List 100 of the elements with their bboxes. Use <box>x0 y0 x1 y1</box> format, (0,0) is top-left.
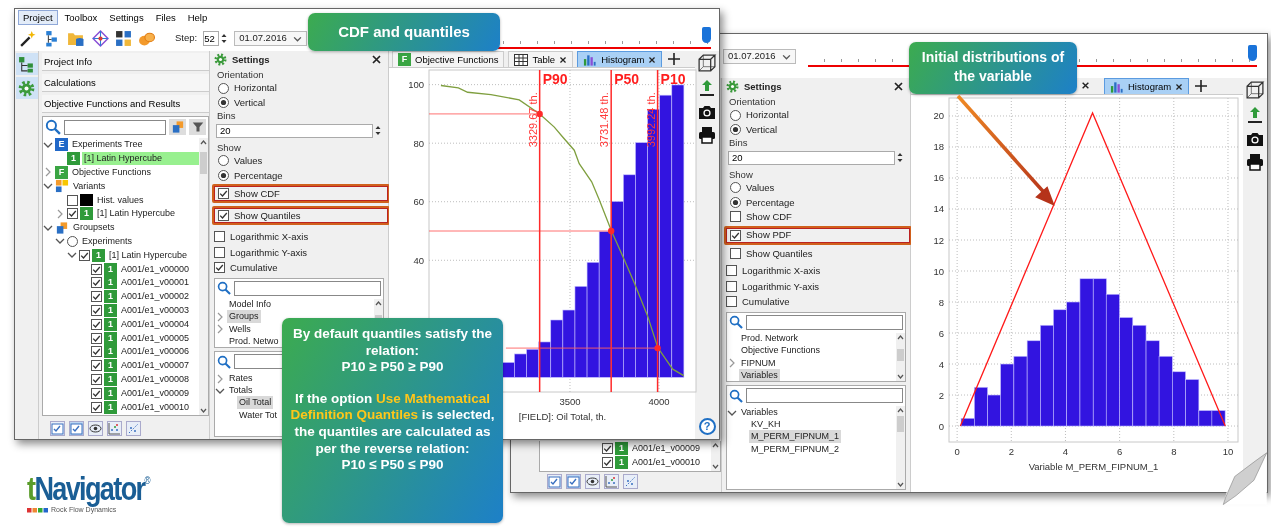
checkbox[interactable] <box>91 387 102 399</box>
close-icon[interactable] <box>559 55 568 64</box>
checkbox[interactable] <box>214 246 225 258</box>
checkbox[interactable] <box>91 263 102 275</box>
camera-button[interactable] <box>698 103 716 120</box>
eye-button[interactable] <box>585 473 600 489</box>
printer-button[interactable] <box>698 126 716 144</box>
radio-button[interactable] <box>730 109 741 121</box>
tab[interactable]: Histogram <box>1104 78 1190 94</box>
tree-item[interactable]: A001/e1_v00009 <box>630 441 703 455</box>
add-tab-button[interactable] <box>1193 78 1210 94</box>
printer-button[interactable] <box>1246 153 1264 171</box>
tree-item[interactable]: [1] Latin Hypercube <box>95 207 178 221</box>
checkbox[interactable] <box>726 296 737 308</box>
checkbox[interactable] <box>214 262 225 274</box>
spin-arrows-icon[interactable] <box>220 32 229 44</box>
tree-item[interactable]: Model Info <box>227 298 274 312</box>
cube-button[interactable] <box>697 53 717 73</box>
checkbox[interactable] <box>602 442 613 454</box>
radio-button[interactable] <box>730 124 741 136</box>
radio-button[interactable] <box>730 182 741 194</box>
network-icon[interactable] <box>92 29 109 47</box>
checkbox[interactable] <box>91 373 102 385</box>
radio-button[interactable] <box>730 196 741 208</box>
radio-button[interactable] <box>218 155 229 167</box>
bins-spin-field[interactable]: 20 <box>728 150 895 165</box>
tree-item[interactable]: A001/e1_v00006 <box>119 345 192 359</box>
close-icon[interactable] <box>893 81 904 92</box>
camera-button[interactable] <box>1246 130 1264 147</box>
export-button[interactable] <box>698 79 716 97</box>
scrollbar[interactable] <box>896 406 905 489</box>
checkbox[interactable] <box>91 401 102 413</box>
checklist-button[interactable] <box>69 420 84 436</box>
tiles-icon[interactable] <box>115 29 132 47</box>
search-icon[interactable] <box>729 388 743 403</box>
tree-item[interactable]: Wells <box>227 322 253 336</box>
tree-item[interactable]: Totals <box>227 384 255 398</box>
tree-item[interactable]: A001/e1_v00001 <box>119 276 192 290</box>
checkbox[interactable] <box>218 188 229 200</box>
tree-item[interactable]: KV_KH <box>749 418 783 432</box>
checkbox[interactable] <box>91 304 102 316</box>
close-icon[interactable] <box>648 55 657 64</box>
scrollbar-thumb[interactable] <box>897 416 904 433</box>
section-header[interactable]: Project Info <box>42 53 209 71</box>
scrollbar[interactable] <box>711 441 720 471</box>
tree-item[interactable]: Variables <box>739 406 780 419</box>
tree-item[interactable]: FIPNUM <box>739 356 778 370</box>
trend-line-button[interactable] <box>126 420 141 436</box>
tree-item[interactable]: A001/e1_v00010 <box>119 400 192 414</box>
step-spin-field[interactable]: 52 <box>203 30 220 46</box>
tree-item[interactable]: A001/e1_v00005 <box>119 331 192 345</box>
checkbox[interactable] <box>67 194 78 206</box>
checkbox[interactable] <box>730 229 741 241</box>
scroll-up-icon[interactable] <box>374 298 383 307</box>
menu-item[interactable]: Files <box>150 9 181 25</box>
tree-item[interactable]: Hist. values <box>95 193 146 207</box>
checklist-button[interactable] <box>50 420 65 436</box>
scroll-down-icon[interactable] <box>896 373 905 382</box>
tree-item[interactable]: M_PERM_FIPNUM_1 <box>749 430 842 444</box>
section-header[interactable]: Calculations <box>42 74 209 92</box>
scrollbar-thumb[interactable] <box>200 152 207 174</box>
tree-item[interactable]: Variants <box>71 179 108 193</box>
checkbox[interactable] <box>726 265 737 277</box>
checklist-button[interactable] <box>547 473 562 489</box>
search-field[interactable] <box>234 280 381 296</box>
checkbox[interactable] <box>67 208 78 220</box>
checkbox[interactable] <box>91 318 102 330</box>
menu-item[interactable]: Project <box>18 9 58 25</box>
checkbox[interactable] <box>218 210 229 222</box>
scrollbar[interactable] <box>896 332 905 382</box>
search-icon[interactable] <box>217 354 231 369</box>
section-header[interactable]: Objective Functions and Results <box>42 95 209 113</box>
close-icon[interactable] <box>1081 81 1090 90</box>
tree-item[interactable]: A001/e1_v00009 <box>119 386 192 400</box>
radio-button[interactable] <box>218 169 229 181</box>
scroll-up-icon[interactable] <box>711 441 720 450</box>
checkbox[interactable] <box>91 277 102 289</box>
checkbox[interactable] <box>730 211 741 223</box>
tree-item[interactable]: A001/e1_v00000 <box>119 262 192 276</box>
tree-item[interactable]: A001/e1_v00008 <box>119 372 192 386</box>
search-field[interactable] <box>746 388 903 404</box>
checkbox[interactable] <box>602 456 613 468</box>
tree-item[interactable]: Experiments <box>80 234 135 248</box>
tree-item[interactable]: Oil Total <box>237 396 274 410</box>
scroll-down-icon[interactable] <box>199 407 208 415</box>
tree-item[interactable]: M_PERM_FIPNUM_2 <box>749 442 842 456</box>
settings-button[interactable] <box>15 77 38 99</box>
close-icon[interactable] <box>1175 82 1184 91</box>
groupset-button[interactable] <box>169 119 186 135</box>
trend-line-button[interactable] <box>623 473 638 489</box>
slider-thumb[interactable] <box>1248 45 1257 61</box>
date-dropdown[interactable]: 01.07.2016 <box>234 30 307 46</box>
tree-item[interactable]: Prod. Network <box>739 332 801 346</box>
help-button[interactable]: ? <box>698 418 716 435</box>
tree-item[interactable]: Prod. Netwo <box>227 334 281 348</box>
eye-button[interactable] <box>88 420 103 436</box>
menu-item[interactable]: Toolbox <box>59 9 103 25</box>
tab[interactable]: Table <box>508 51 574 67</box>
scroll-up-icon[interactable] <box>896 332 905 341</box>
search-field[interactable] <box>64 119 166 135</box>
